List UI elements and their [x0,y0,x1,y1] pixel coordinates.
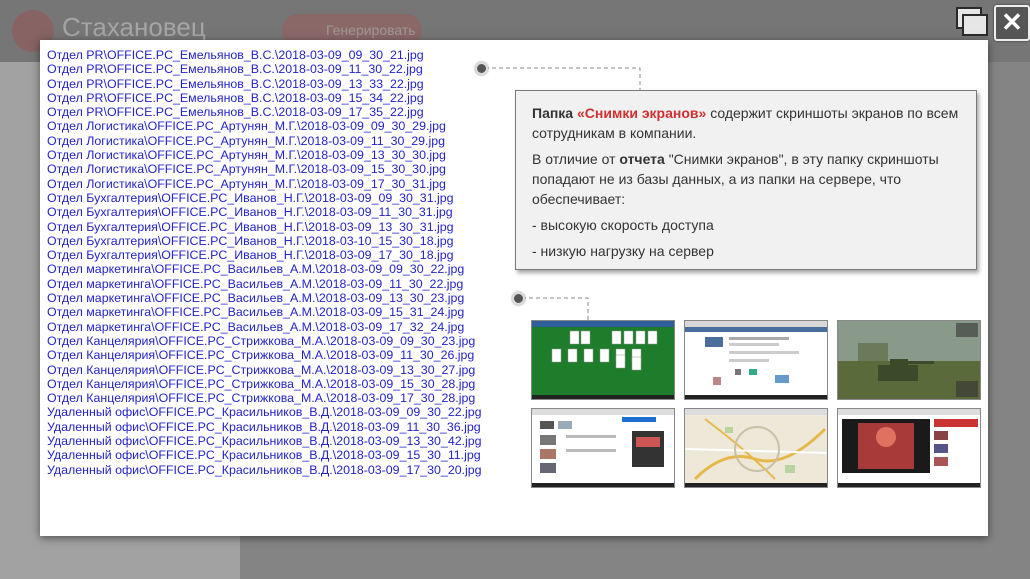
thumb-game[interactable] [837,320,981,400]
connector-dot-list [475,62,488,75]
thumb-social[interactable] [684,320,828,400]
connector-dot-thumbs [512,292,525,305]
close-button[interactable]: ✕ [994,5,1030,41]
thumb-shop[interactable] [531,408,675,488]
thumb-map[interactable] [684,408,828,488]
restore-front-icon [962,14,988,36]
screenshots-folder-popup: Отдел PR\OFFICE.PC_Емельянов_В.С.\2018-0… [40,40,988,536]
callout-bullet-2: - низкую нагрузку на сервер [532,243,714,259]
callout-paragraph-1: Папка «Снимки экранов» содержит скриншот… [532,105,959,141]
thumb-video[interactable] [837,408,981,488]
callout-paragraph-2: В отличие от отчета "Снимки экранов", в … [532,151,939,207]
close-icon: ✕ [1001,7,1023,37]
info-callout: Папка «Снимки экранов» содержит скриншот… [515,90,977,270]
thumb-solitaire[interactable] [531,320,675,400]
restore-window-button[interactable] [954,5,988,37]
callout-bullet-1: - высокую скорость доступа [532,217,714,233]
